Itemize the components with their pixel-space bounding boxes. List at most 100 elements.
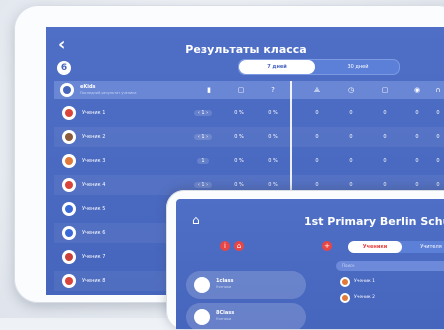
student-cell: Ученик 4	[54, 175, 154, 195]
triangle-icon[interactable]: ⟁	[302, 81, 332, 99]
class-icon	[194, 309, 210, 325]
table-row[interactable]: Ученик 3 1 0 % 0 % 0 0 0 0 0	[54, 151, 444, 171]
table-cell: 0	[302, 127, 332, 147]
student-avatar-icon	[62, 106, 76, 120]
cell-value: 0	[383, 134, 387, 140]
cell-value: 0	[383, 182, 387, 188]
tab-students[interactable]: Ученики	[348, 241, 402, 253]
student-name: Ученик 1	[82, 110, 106, 116]
cell-value: 0	[415, 110, 419, 116]
screen-title: Результаты класса	[185, 43, 307, 56]
list-item[interactable]: Ученик 1	[336, 275, 444, 289]
table-cell: 0	[426, 151, 444, 171]
student-cell: Ученик 6	[54, 223, 154, 243]
cell-value: 0	[349, 134, 353, 140]
table-cell[interactable]: ‹ 1 ›	[188, 103, 218, 123]
cell-value: 0	[315, 110, 319, 116]
range-7-days[interactable]: 7 дней	[239, 60, 315, 74]
school-avatar-icon	[60, 83, 74, 97]
headphones-icon[interactable]: ∩	[426, 81, 444, 99]
home-red-icon[interactable]: ⌂	[234, 241, 244, 251]
cell-value: 0	[383, 158, 387, 164]
cell-value: 0	[436, 182, 440, 188]
table-cell: 0 %	[224, 151, 254, 171]
home-icon[interactable]: ⌂	[192, 213, 200, 227]
table-row[interactable]: Ученик 1 ‹ 1 › 0 % 0 % 0 0 0 0 0	[54, 103, 444, 123]
student-name: Ученик 1	[354, 279, 376, 284]
table-header-title: eKids	[80, 84, 96, 90]
tablet-secondary: ⌂ 1st Primary Berlin Schu i ⌂ + Ученики …	[166, 190, 444, 330]
info-icon[interactable]: i	[220, 241, 230, 251]
student-cell: Ученик 2	[54, 127, 154, 147]
table-cell: 0 %	[224, 127, 254, 147]
cell-value: 0	[315, 134, 319, 140]
class-icon	[194, 277, 210, 293]
student-cell: Ученик 7	[54, 247, 154, 267]
student-name: Ученик 7	[82, 254, 106, 260]
student-cell: Ученик 3	[54, 151, 154, 171]
timer-icon[interactable]: ◷	[336, 81, 366, 99]
student-name: Ученик 3	[82, 158, 106, 164]
student-avatar-icon	[340, 293, 350, 303]
student-cell: Ученик 5	[54, 199, 154, 219]
search-input[interactable]: Поиск	[336, 261, 444, 271]
class-card-title: 8Class	[216, 310, 235, 316]
table-cell: 0 %	[258, 103, 288, 123]
student-cell: Ученик 8	[54, 271, 154, 291]
table-cell: 0	[370, 127, 400, 147]
table-cell: 0 %	[224, 103, 254, 123]
level-stepper[interactable]: ‹ 1 ›	[193, 134, 213, 140]
cell-value: 0 %	[268, 158, 278, 164]
student-avatar-icon	[62, 178, 76, 192]
class-card-2[interactable]: 8Class Ученики	[186, 303, 306, 329]
student-avatar-icon	[62, 202, 76, 216]
student-name: Ученик 2	[354, 295, 376, 300]
range-30-days[interactable]: 30 дней	[319, 60, 397, 74]
table-cell: 0 %	[258, 151, 288, 171]
range-toggle: 7 дней 30 дней	[238, 59, 400, 75]
student-avatar-icon	[62, 250, 76, 264]
tab-teachers[interactable]: Учителя	[406, 241, 444, 253]
cell-value: 0 %	[268, 134, 278, 140]
cell-value: 0 %	[234, 134, 244, 140]
list-item[interactable]: Ученик 2	[336, 291, 444, 305]
student-name: Ученик 2	[82, 134, 106, 140]
document-icon[interactable]: ▢	[370, 81, 400, 99]
level-stepper[interactable]: ‹ 1 ›	[193, 182, 213, 188]
school-screen: ⌂ 1st Primary Berlin Schu i ⌂ + Ученики …	[176, 199, 444, 329]
cell-value: 0 %	[268, 182, 278, 188]
student-avatar-icon	[62, 130, 76, 144]
level-stepper[interactable]: 1	[197, 158, 209, 164]
cell-value: 0	[349, 110, 353, 116]
cell-value: 0	[315, 182, 319, 188]
table-cell: 0	[302, 103, 332, 123]
add-icon[interactable]: +	[322, 241, 332, 251]
student-name: Ученик 5	[82, 206, 106, 212]
student-avatar-icon	[62, 154, 76, 168]
table-cell: 0	[370, 103, 400, 123]
cell-value: 0	[436, 158, 440, 164]
student-avatar-icon	[62, 274, 76, 288]
table-cell[interactable]: ‹ 1 ›	[188, 127, 218, 147]
table-cell: 0	[370, 151, 400, 171]
student-cell: Ученик 1	[54, 103, 154, 123]
cell-value: 0	[383, 110, 387, 116]
cell-value: 0	[415, 134, 419, 140]
class-card-title: 1class	[216, 278, 234, 284]
student-name: Ученик 4	[82, 182, 106, 188]
bar-chart-icon[interactable]: ▮	[194, 81, 224, 99]
student-avatar-icon	[62, 226, 76, 240]
cell-value: 0 %	[234, 110, 244, 116]
class-card-1[interactable]: 1class Ученики	[186, 271, 306, 299]
table-cell: 0	[302, 151, 332, 171]
cell-value: 0	[349, 182, 353, 188]
student-name: Ученик 6	[82, 230, 106, 236]
question-icon[interactable]: ?	[258, 81, 288, 99]
cell-value: 0	[415, 182, 419, 188]
table-cell[interactable]: 1	[188, 151, 218, 171]
school-title: 1st Primary Berlin Schu	[304, 215, 444, 228]
document-icon[interactable]: ▢	[226, 81, 256, 99]
level-stepper[interactable]: ‹ 1 ›	[193, 110, 213, 116]
table-row[interactable]: Ученик 2 ‹ 1 › 0 % 0 % 0 0 0 0 0	[54, 127, 444, 147]
cell-value: 0	[436, 110, 440, 116]
